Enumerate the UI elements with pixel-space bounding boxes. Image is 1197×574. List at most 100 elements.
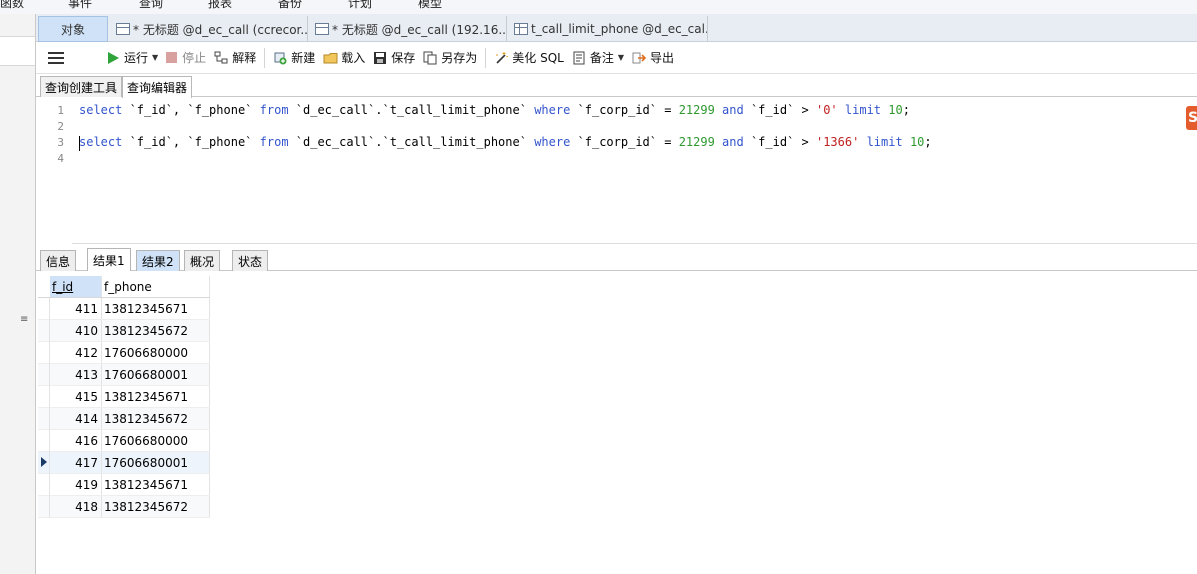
column-header-f-id[interactable]: f_id [50, 276, 102, 297]
save-as-label: 另存为 [441, 51, 478, 65]
menu-reports[interactable]: 报表 [208, 0, 232, 11]
menu-schedule[interactable]: 计划 [348, 0, 372, 11]
cell-f-id[interactable]: 411 [50, 298, 102, 319]
new-button[interactable]: 新建 [269, 46, 319, 70]
splitter-grip-icon[interactable]: ≡ [20, 314, 28, 325]
row-marker[interactable] [38, 408, 50, 430]
sql-keyword: from [259, 135, 289, 149]
beautify-sql-button[interactable]: 美化 SQL [490, 46, 568, 70]
row-marker[interactable] [38, 342, 50, 364]
tab-result-1[interactable]: 结果1 [87, 248, 131, 271]
menu-model[interactable]: 模型 [418, 0, 442, 11]
load-button[interactable]: 载入 [319, 46, 369, 70]
toolbar-separator [485, 47, 487, 68]
table-row[interactable]: 418 13812345672 [38, 496, 210, 518]
table-row[interactable]: 413 17606680001 [38, 364, 210, 386]
query-toolbar: 运行 ▼ 停止 解释 新建 载入 保存 另存为 美化 SQL 备注 ▼ 导出 [36, 42, 1197, 74]
cell-f-id[interactable]: 414 [50, 408, 102, 429]
menu-bar: 函数 事件 查询 报表 备份 计划 模型 [0, 0, 1197, 14]
cell-f-id[interactable]: 415 [50, 386, 102, 407]
row-marker[interactable] [38, 430, 50, 452]
save-icon [373, 51, 387, 65]
run-button[interactable]: 运行 ▼ [104, 46, 162, 70]
menu-functions[interactable]: 函数 [0, 0, 24, 11]
row-marker[interactable] [38, 320, 50, 342]
chevron-down-icon[interactable]: ▼ [152, 53, 158, 62]
cell-f-id[interactable]: 419 [50, 474, 102, 495]
stop-button[interactable]: 停止 [162, 46, 210, 70]
tab-label: * 无标题 @d_ec_call (ccrecor... [133, 22, 308, 37]
tab-label: 概况 [190, 254, 215, 269]
cell-f-phone[interactable]: 13812345672 [102, 408, 210, 429]
tab-label: 结果1 [93, 253, 125, 268]
menu-query[interactable]: 查询 [139, 0, 163, 11]
table-row[interactable]: 411 13812345671 [38, 298, 210, 320]
cell-f-phone[interactable]: 13812345671 [102, 298, 210, 319]
sql-text: ; [924, 135, 932, 149]
tab-status[interactable]: 状态 [232, 250, 269, 271]
tab-label: t_call_limit_phone @d_ec_cal... [531, 22, 708, 36]
row-marker[interactable] [38, 474, 50, 496]
cell-f-phone[interactable]: 17606680000 [102, 430, 210, 451]
row-marker[interactable] [38, 364, 50, 386]
cell-f-phone[interactable]: 17606680001 [102, 364, 210, 385]
table-row[interactable]: 414 13812345672 [38, 408, 210, 430]
hamburger-menu-icon[interactable] [48, 51, 64, 64]
cell-f-id[interactable]: 410 [50, 320, 102, 341]
tab-info[interactable]: 信息 [40, 250, 77, 271]
cell-f-id[interactable]: 417 [50, 452, 102, 473]
tab-table-t-call-limit-phone[interactable]: t_call_limit_phone @d_ec_cal... [508, 16, 708, 42]
row-marker[interactable] [38, 298, 50, 320]
table-row[interactable]: 419 13812345671 [38, 474, 210, 496]
tab-query-editor[interactable]: 查询编辑器 [122, 76, 193, 98]
row-marker[interactable] [38, 452, 50, 474]
export-button[interactable]: 导出 [628, 46, 678, 70]
tab-label: 对象 [60, 22, 85, 37]
explain-label: 解释 [232, 51, 257, 65]
menu-events[interactable]: 事件 [68, 0, 92, 11]
run-label: 运行 [124, 51, 149, 65]
note-button[interactable]: 备注 ▼ [568, 46, 628, 70]
sql-number: 21299 [678, 103, 715, 117]
navigation-search-box[interactable] [0, 36, 35, 66]
cell-f-phone[interactable]: 17606680001 [102, 452, 210, 473]
cell-f-phone[interactable]: 13812345672 [102, 496, 210, 517]
sql-keyword: select [79, 103, 123, 117]
table-row[interactable]: 416 17606680000 [38, 430, 210, 452]
explain-button[interactable]: 解释 [210, 46, 260, 70]
cell-f-id[interactable]: 416 [50, 430, 102, 451]
cell-f-phone[interactable]: 13812345671 [102, 474, 210, 495]
row-marker[interactable] [38, 496, 50, 518]
save-button[interactable]: 保存 [369, 46, 419, 70]
tab-overview[interactable]: 概况 [184, 250, 221, 271]
tab-label: 结果2 [142, 254, 174, 269]
sql-editor[interactable]: 1 2 3 4 select `f_id`, `f_phone` from `d… [36, 98, 1197, 244]
chevron-down-icon[interactable]: ▼ [618, 53, 624, 62]
cell-f-phone[interactable]: 13812345672 [102, 320, 210, 341]
table-row[interactable]: 417 17606680001 [38, 452, 210, 474]
tab-objects[interactable]: 对象 [38, 16, 108, 42]
sql-text: `f_id`, `f_phone` [122, 103, 260, 117]
cell-f-id[interactable]: 413 [50, 364, 102, 385]
cell-f-id[interactable]: 418 [50, 496, 102, 517]
tab-query-192[interactable]: * 无标题 @d_ec_call (192.16... [309, 16, 507, 42]
document-tab-bar: 对象 * 无标题 @d_ec_call (ccrecor... * 无标题 @d… [36, 14, 1197, 42]
export-label: 导出 [650, 51, 675, 65]
navigation-pane: ≡ [0, 14, 36, 574]
cell-f-phone[interactable]: 13812345671 [102, 386, 210, 407]
cell-f-id[interactable]: 412 [50, 342, 102, 363]
table-row[interactable]: 415 13812345671 [38, 386, 210, 408]
tab-result-2[interactable]: 结果2 [136, 250, 180, 271]
menu-backup[interactable]: 备份 [278, 0, 302, 11]
tab-query-ccrecor[interactable]: * 无标题 @d_ec_call (ccrecor... [110, 16, 308, 42]
column-header-f-phone[interactable]: f_phone [102, 276, 210, 297]
tab-query-builder[interactable]: 查询创建工具 [40, 76, 123, 97]
note-label: 备注 [589, 51, 614, 65]
cell-f-phone[interactable]: 17606680000 [102, 342, 210, 363]
table-row[interactable]: 412 17606680000 [38, 342, 210, 364]
table-row[interactable]: 410 13812345672 [38, 320, 210, 342]
save-as-button[interactable]: 另存为 [419, 46, 481, 70]
app-logo: S [1186, 106, 1197, 130]
row-marker[interactable] [38, 386, 50, 408]
folder-icon [323, 51, 338, 65]
